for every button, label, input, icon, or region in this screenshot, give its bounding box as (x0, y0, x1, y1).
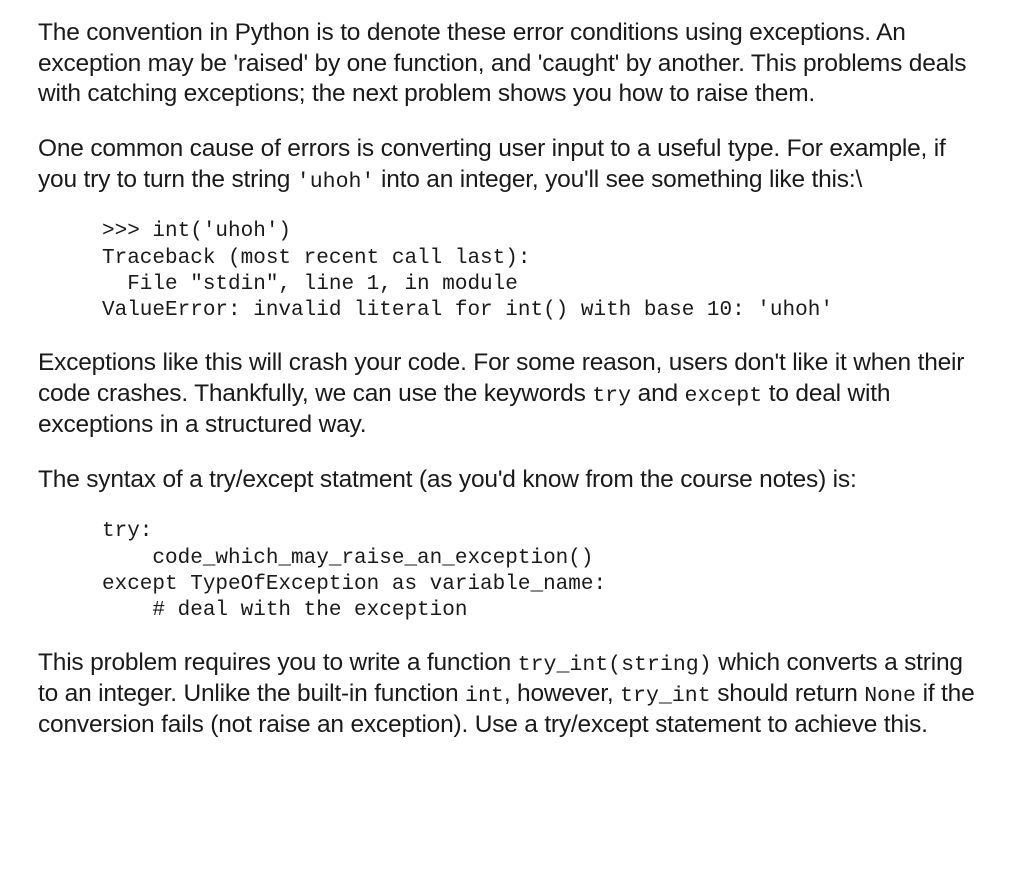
inline-code: except (685, 384, 763, 408)
text: should return (711, 680, 865, 707)
text: , however, (504, 680, 620, 707)
paragraph-2: One common cause of errors is converting… (38, 134, 986, 196)
code-block-traceback: >>> int('uhoh') Traceback (most recent c… (102, 219, 986, 324)
inline-code: try (592, 384, 631, 408)
text: This problem requires you to write a fun… (38, 649, 518, 676)
paragraph-5: This problem requires you to write a fun… (38, 648, 986, 741)
text: into an integer, you'll see something li… (374, 166, 862, 193)
paragraph-1: The convention in Python is to denote th… (38, 18, 986, 110)
inline-code: 'uhoh' (297, 170, 375, 194)
paragraph-4: The syntax of a try/except statment (as … (38, 465, 986, 496)
paragraph-3: Exceptions like this will crash your cod… (38, 348, 986, 440)
code-block-syntax: try: code_which_may_raise_an_exception()… (102, 519, 986, 624)
inline-code: try_int (620, 684, 711, 708)
inline-code: try_int(string) (518, 653, 712, 677)
text: and (631, 380, 685, 407)
inline-code: int (465, 684, 504, 708)
inline-code: None (864, 684, 916, 708)
